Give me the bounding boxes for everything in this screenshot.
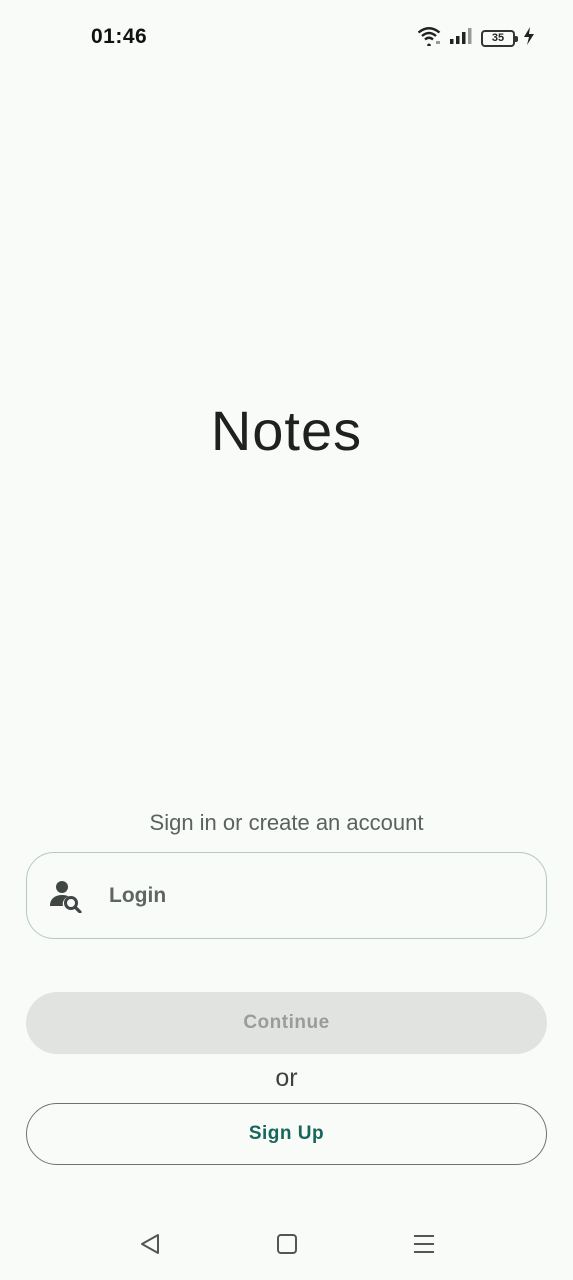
battery-icon: 35 <box>481 30 518 47</box>
or-divider-text: or <box>275 1064 298 1092</box>
login-screen: 01:46 35 Notes Sign in or create an acco… <box>0 0 573 1280</box>
back-icon[interactable] <box>136 1229 166 1259</box>
wifi-icon <box>417 26 441 51</box>
app-title: Notes <box>210 399 363 462</box>
status-bar: 01:46 35 <box>0 0 573 74</box>
navigation-bar <box>0 1215 573 1275</box>
sign-up-button[interactable]: Sign Up <box>26 1103 547 1165</box>
login-field[interactable]: Login <box>26 852 547 939</box>
battery-level: 35 <box>491 32 505 44</box>
signal-icon <box>449 27 473 50</box>
charging-icon <box>523 27 535 50</box>
status-icons: 35 <box>417 26 535 51</box>
user-search-icon <box>48 879 82 914</box>
status-time: 01:46 <box>91 25 148 48</box>
home-icon[interactable] <box>272 1229 302 1259</box>
continue-button[interactable]: Continue <box>26 992 547 1054</box>
auth-subtitle: Sign in or create an account <box>149 810 424 835</box>
login-label: Login <box>109 883 167 907</box>
menu-icon[interactable] <box>409 1229 439 1259</box>
